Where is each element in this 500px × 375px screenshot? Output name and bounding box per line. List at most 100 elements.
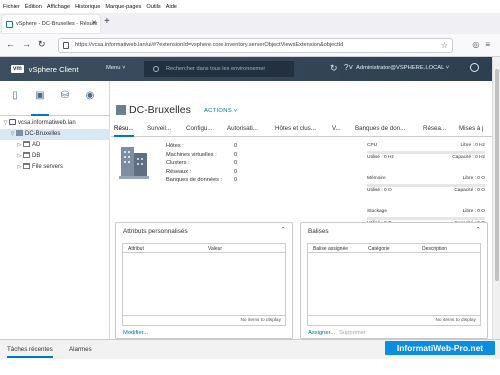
column-header[interactable]: Catégorie bbox=[368, 246, 390, 252]
column-header[interactable]: Valeur bbox=[208, 246, 222, 252]
edit-link[interactable]: Modifier... bbox=[123, 330, 148, 336]
assign-link[interactable]: Assigner... bbox=[308, 330, 335, 336]
menu-tools[interactable]: Outils bbox=[146, 4, 160, 10]
actions-menu-button[interactable]: ACTIONS ˅ bbox=[204, 108, 237, 114]
chevron-down-icon[interactable]: ▽ bbox=[2, 118, 9, 129]
summary-label: Réseaux : bbox=[166, 168, 192, 175]
browser-menubar: Fichier Édition Affichage Historique Mar… bbox=[0, 0, 500, 13]
menu-edit[interactable]: Édition bbox=[25, 4, 42, 10]
menu-file[interactable]: Fichier bbox=[3, 4, 20, 10]
grid-footer-divider bbox=[308, 315, 480, 316]
page-scrollbar[interactable] bbox=[492, 57, 500, 339]
capacity-used: Utilisé : 0 Hz bbox=[367, 155, 394, 160]
browser-tab[interactable]: vSphere - DC-Bruxelles - Résum ✕ bbox=[2, 15, 100, 33]
object-tabs: Résu... Surveil... Configu... Autorisati… bbox=[111, 123, 492, 137]
tree-node-folder[interactable]: ▷ DB bbox=[0, 151, 110, 162]
tags-grid: Balise assignée Catégorie Description No… bbox=[307, 243, 481, 326]
chevron-up-icon[interactable]: ⌃ bbox=[475, 226, 481, 234]
menu-history[interactable]: Historique bbox=[75, 4, 100, 10]
custom-attributes-card: Attributs personnalisés ⌃ Attribut Valeu… bbox=[115, 222, 293, 339]
alarms-tab[interactable]: Alarmes bbox=[69, 346, 92, 353]
tab-summary[interactable]: Résu... bbox=[114, 125, 134, 137]
tab-permissions[interactable]: Autorisati... bbox=[227, 125, 258, 132]
tab-configure[interactable]: Configu... bbox=[186, 125, 212, 132]
tree-node-folder[interactable]: ▷ File servers bbox=[0, 162, 110, 173]
chevron-up-icon[interactable]: ⌃ bbox=[280, 226, 286, 234]
tree-label: AD bbox=[32, 142, 41, 148]
main-menu-button[interactable]: Menu ˅ bbox=[106, 65, 126, 71]
chevron-right-icon[interactable]: ▷ bbox=[16, 162, 23, 173]
inventory-navigator: ▯ ▣ ⛁ ◉ ▽ vcsa.informatiweb.lan ▽ DC-Bruxe… bbox=[0, 81, 110, 339]
vsphere-favicon-icon bbox=[6, 20, 13, 28]
feedback-smiley-icon[interactable] bbox=[470, 63, 479, 72]
screen: Fichier Édition Affichage Historique Mar… bbox=[0, 0, 500, 375]
capacity-label: Mémoire bbox=[367, 176, 386, 181]
tab-monitor[interactable]: Surveil... bbox=[147, 125, 171, 132]
tree-label: vcsa.informatiweb.lan bbox=[18, 120, 76, 126]
new-tab-icon[interactable]: + bbox=[104, 16, 110, 27]
chevron-right-icon[interactable]: ▷ bbox=[16, 140, 23, 151]
vsphere-header: vm vSphere Client Menu ˅ Rechercher dans… bbox=[0, 57, 492, 81]
bookmark-star-icon[interactable]: ☆ bbox=[441, 39, 448, 52]
recent-tasks-tab[interactable]: Tâches récentes bbox=[7, 346, 53, 358]
vmware-logo: vm bbox=[11, 65, 24, 73]
scrollbar-thumb[interactable] bbox=[495, 69, 499, 281]
menu-help[interactable]: Aide bbox=[166, 4, 177, 10]
capacity-bar bbox=[367, 217, 485, 220]
network-view-icon[interactable]: ◉ bbox=[84, 89, 96, 103]
chevron-right-icon[interactable]: ▷ bbox=[16, 151, 23, 162]
capacity-total: Capacité : 0 Hz bbox=[452, 155, 485, 160]
capacity-label: Stockage bbox=[367, 209, 388, 214]
menu-bookmarks[interactable]: Marque-pages bbox=[105, 4, 141, 10]
tree-node-datacenter[interactable]: ▽ DC-Bruxelles bbox=[0, 129, 110, 140]
column-header[interactable]: Description bbox=[422, 246, 447, 252]
folder-icon bbox=[23, 152, 30, 159]
summary-value: 0 bbox=[234, 151, 238, 158]
empty-message: No items to display bbox=[240, 318, 281, 323]
folder-icon bbox=[23, 163, 30, 170]
footer-space bbox=[0, 359, 500, 375]
help-icon[interactable]: ?˅ bbox=[344, 63, 353, 72]
tab-hosts-clusters[interactable]: Hôtes et clus... bbox=[275, 125, 316, 132]
tab-datastores[interactable]: Banques de don... bbox=[355, 125, 405, 132]
summary-label: Machines virtuelles : bbox=[166, 151, 217, 158]
lock-icon bbox=[63, 42, 69, 49]
tree-node-folder[interactable]: ▷ AD bbox=[0, 140, 110, 151]
vms-templates-view-icon[interactable]: ▣ bbox=[31, 89, 49, 116]
column-header[interactable]: Attribut bbox=[128, 246, 144, 252]
back-icon[interactable]: ← bbox=[6, 39, 15, 49]
browser-extension-icons[interactable]: ◎≡ bbox=[472, 40, 496, 49]
refresh-icon[interactable]: ↻ bbox=[330, 63, 338, 74]
page-title: DC-Bruxelles bbox=[129, 104, 191, 116]
remove-link[interactable]: Supprimer bbox=[339, 330, 366, 336]
address-text: https://vcsa.informatiweb.lan/ui/#?exten… bbox=[75, 42, 344, 48]
storage-view-icon[interactable]: ⛁ bbox=[59, 89, 71, 103]
reload-icon[interactable]: ↻ bbox=[38, 39, 46, 50]
hosts-clusters-view-icon[interactable]: ▯ bbox=[9, 89, 21, 103]
forward-icon[interactable]: → bbox=[22, 39, 31, 49]
tab-updates[interactable]: Mises à j bbox=[459, 125, 483, 132]
global-search-input[interactable]: Rechercher dans tous les environnemer bbox=[144, 61, 294, 77]
chevron-down-icon[interactable]: ▽ bbox=[9, 129, 16, 140]
capacity-bar bbox=[367, 151, 485, 154]
close-tab-icon[interactable]: ✕ bbox=[91, 19, 97, 27]
menu-view[interactable]: Affichage bbox=[47, 4, 70, 10]
user-menu[interactable]: Administrator@VSPHERE.LOCAL ˅ bbox=[356, 65, 449, 71]
vcenter-icon bbox=[9, 119, 16, 126]
capacity-cpu: CPU Libre : 0 Hz Utilisé : 0 Hz Capacité… bbox=[367, 141, 487, 174]
column-header[interactable]: Balise assignée bbox=[313, 246, 348, 252]
tab-vms[interactable]: V... bbox=[332, 125, 341, 132]
summary-row: Machines virtuelles : 0 bbox=[166, 152, 238, 161]
card-actions: Modifier... bbox=[123, 330, 148, 336]
address-bar[interactable]: https://vcsa.informatiweb.lan/ui/#?exten… bbox=[58, 38, 453, 53]
object-view: DC-Bruxelles ACTIONS ˅ Résu... Surveil..… bbox=[111, 81, 492, 339]
search-placeholder: Rechercher dans tous les environnemer bbox=[166, 66, 266, 72]
tab-networks[interactable]: Résea... bbox=[423, 125, 446, 132]
tree-node-vcenter[interactable]: ▽ vcsa.informatiweb.lan bbox=[0, 118, 110, 129]
summary-value: 0 bbox=[234, 177, 238, 184]
capacity-free: Libre : 0 O bbox=[462, 209, 485, 214]
capacity-used: Utilisé : 0 O bbox=[367, 188, 392, 193]
grid-footer-divider bbox=[123, 315, 285, 316]
empty-message: No items to display bbox=[435, 318, 476, 323]
tree-label: File servers bbox=[32, 164, 64, 170]
